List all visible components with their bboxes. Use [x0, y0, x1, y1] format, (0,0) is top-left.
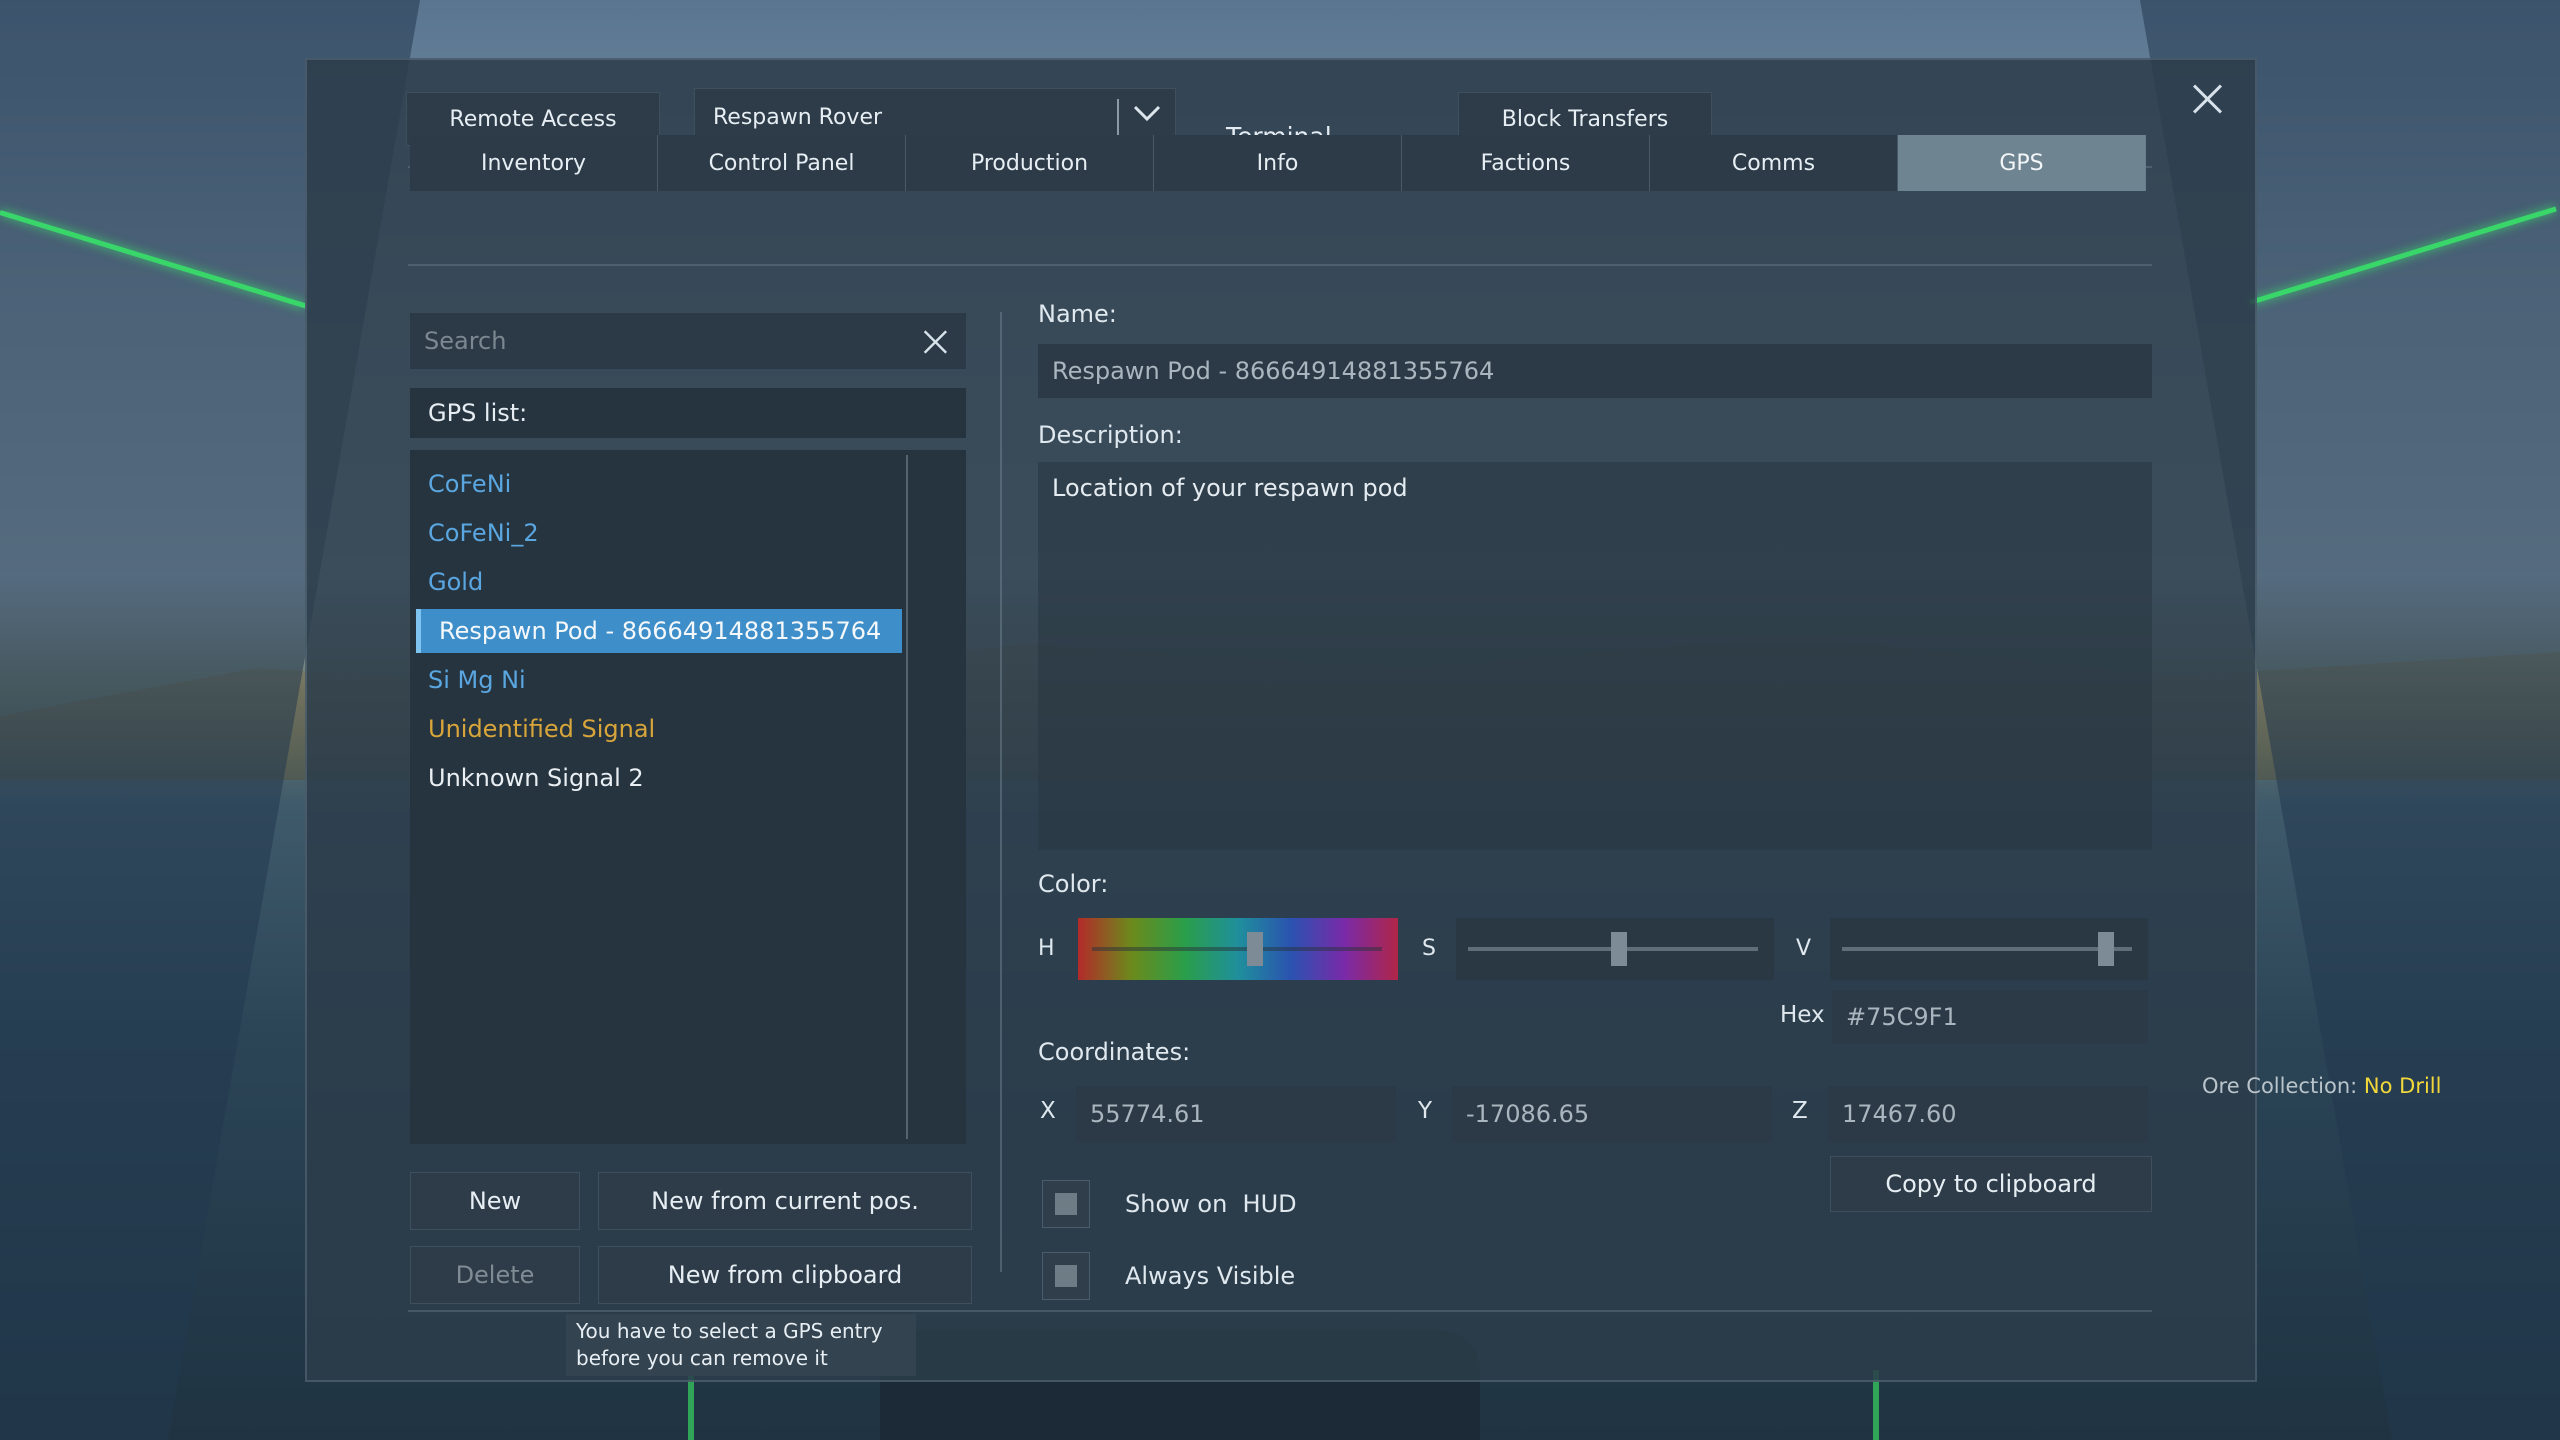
new-from-current-pos-button[interactable]: New from current pos.: [598, 1172, 972, 1230]
tab-control-panel[interactable]: Control Panel: [658, 135, 906, 191]
hue-track: [1092, 947, 1382, 951]
z-label: Z: [1792, 1098, 1808, 1124]
gps-list-item[interactable]: Respawn Pod - 86664914881355764: [416, 609, 902, 653]
gps-list-item[interactable]: CoFeNi: [410, 462, 900, 506]
new-from-clipboard-button[interactable]: New from clipboard: [598, 1246, 972, 1304]
gps-list-item[interactable]: Unidentified Signal: [410, 707, 900, 751]
tab-gps[interactable]: GPS: [1898, 135, 2146, 191]
gps-list-item[interactable]: Si Mg Ni: [410, 658, 900, 702]
z-coordinate-value: 17467.60: [1842, 1100, 1957, 1128]
search-placeholder: Search: [424, 327, 507, 355]
value-slider[interactable]: [1830, 918, 2148, 980]
list-scrollbar[interactable]: [906, 455, 908, 1139]
always-visible-label: Always Visible: [1125, 1262, 1296, 1290]
tab-production[interactable]: Production: [906, 135, 1154, 191]
tab-inventory[interactable]: Inventory: [410, 135, 658, 191]
hex-input[interactable]: #75C9F1: [1832, 990, 2148, 1044]
delete-button[interactable]: Delete: [410, 1246, 580, 1304]
hue-slider[interactable]: [1078, 918, 1398, 980]
description-value: Location of your respawn pod: [1052, 474, 1408, 502]
description-label: Description:: [1038, 421, 1183, 449]
tooltip-line-1: You have to select a GPS entry: [576, 1319, 883, 1343]
hex-label: Hex: [1780, 1002, 1825, 1028]
hue-knob[interactable]: [1247, 932, 1264, 966]
clear-search-icon[interactable]: [921, 328, 948, 355]
name-value: Respawn Pod - 86664914881355764: [1052, 357, 1495, 385]
delete-tooltip: You have to select a GPS entry before yo…: [566, 1314, 916, 1376]
y-label: Y: [1418, 1098, 1433, 1124]
bottom-separator: [408, 1310, 2152, 1312]
y-coordinate-input[interactable]: -17086.65: [1452, 1086, 1772, 1142]
value-knob[interactable]: [2097, 932, 2114, 966]
y-coordinate-value: -17086.65: [1466, 1100, 1590, 1128]
gps-list-item[interactable]: Gold: [410, 560, 900, 604]
tab-factions[interactable]: Factions: [1402, 135, 1650, 191]
description-input[interactable]: Location of your respawn pod: [1038, 462, 2152, 850]
ore-collection-value: No Drill: [2363, 1074, 2442, 1098]
saturation-slider[interactable]: [1456, 918, 1774, 980]
gps-list-item[interactable]: CoFeNi_2: [410, 511, 900, 555]
coordinates-label: Coordinates:: [1038, 1038, 1191, 1066]
close-icon[interactable]: [2190, 82, 2224, 116]
ore-collection-status: Ore Collection: No Drill: [2202, 1074, 2441, 1098]
tooltip-line-2: before you can remove it: [576, 1346, 828, 1370]
copy-to-clipboard-button[interactable]: Copy to clipboard: [1830, 1156, 2152, 1212]
x-coordinate-value: 55774.61: [1090, 1100, 1205, 1128]
chevron-down-icon[interactable]: [1131, 97, 1163, 129]
name-input[interactable]: Respawn Pod - 86664914881355764: [1038, 344, 2152, 398]
saturation-knob[interactable]: [1610, 932, 1627, 966]
z-coordinate-input[interactable]: 17467.60: [1828, 1086, 2148, 1142]
name-label: Name:: [1038, 300, 1117, 328]
hex-value: #75C9F1: [1846, 1003, 1958, 1031]
tab-info[interactable]: Info: [1154, 135, 1402, 191]
x-label: X: [1040, 1098, 1056, 1124]
value-label: V: [1796, 936, 1812, 961]
search-input[interactable]: Search: [410, 313, 966, 369]
always-visible-checkbox[interactable]: [1042, 1252, 1090, 1300]
value-track: [1842, 947, 2132, 951]
column-divider: [1000, 312, 1002, 1272]
dropdown-divider: [1117, 99, 1119, 135]
show-on-hud-label: Show on HUD: [1125, 1190, 1297, 1218]
saturation-label: S: [1422, 936, 1436, 961]
x-coordinate-input[interactable]: 55774.61: [1076, 1086, 1396, 1142]
gps-list-header-label: GPS list:: [428, 399, 528, 427]
tab-comms[interactable]: Comms: [1650, 135, 1898, 191]
grid-select-value: Respawn Rover: [713, 104, 883, 130]
gps-list-item[interactable]: Unknown Signal 2: [410, 756, 900, 800]
show-on-hud-checkbox[interactable]: [1042, 1180, 1090, 1228]
new-button[interactable]: New: [410, 1172, 580, 1230]
tab-separator: [408, 264, 2152, 266]
color-label: Color:: [1038, 870, 1109, 898]
gps-list-header: GPS list:: [410, 388, 966, 438]
ore-collection-label: Ore Collection:: [2202, 1074, 2364, 1098]
hue-label: H: [1038, 936, 1055, 961]
